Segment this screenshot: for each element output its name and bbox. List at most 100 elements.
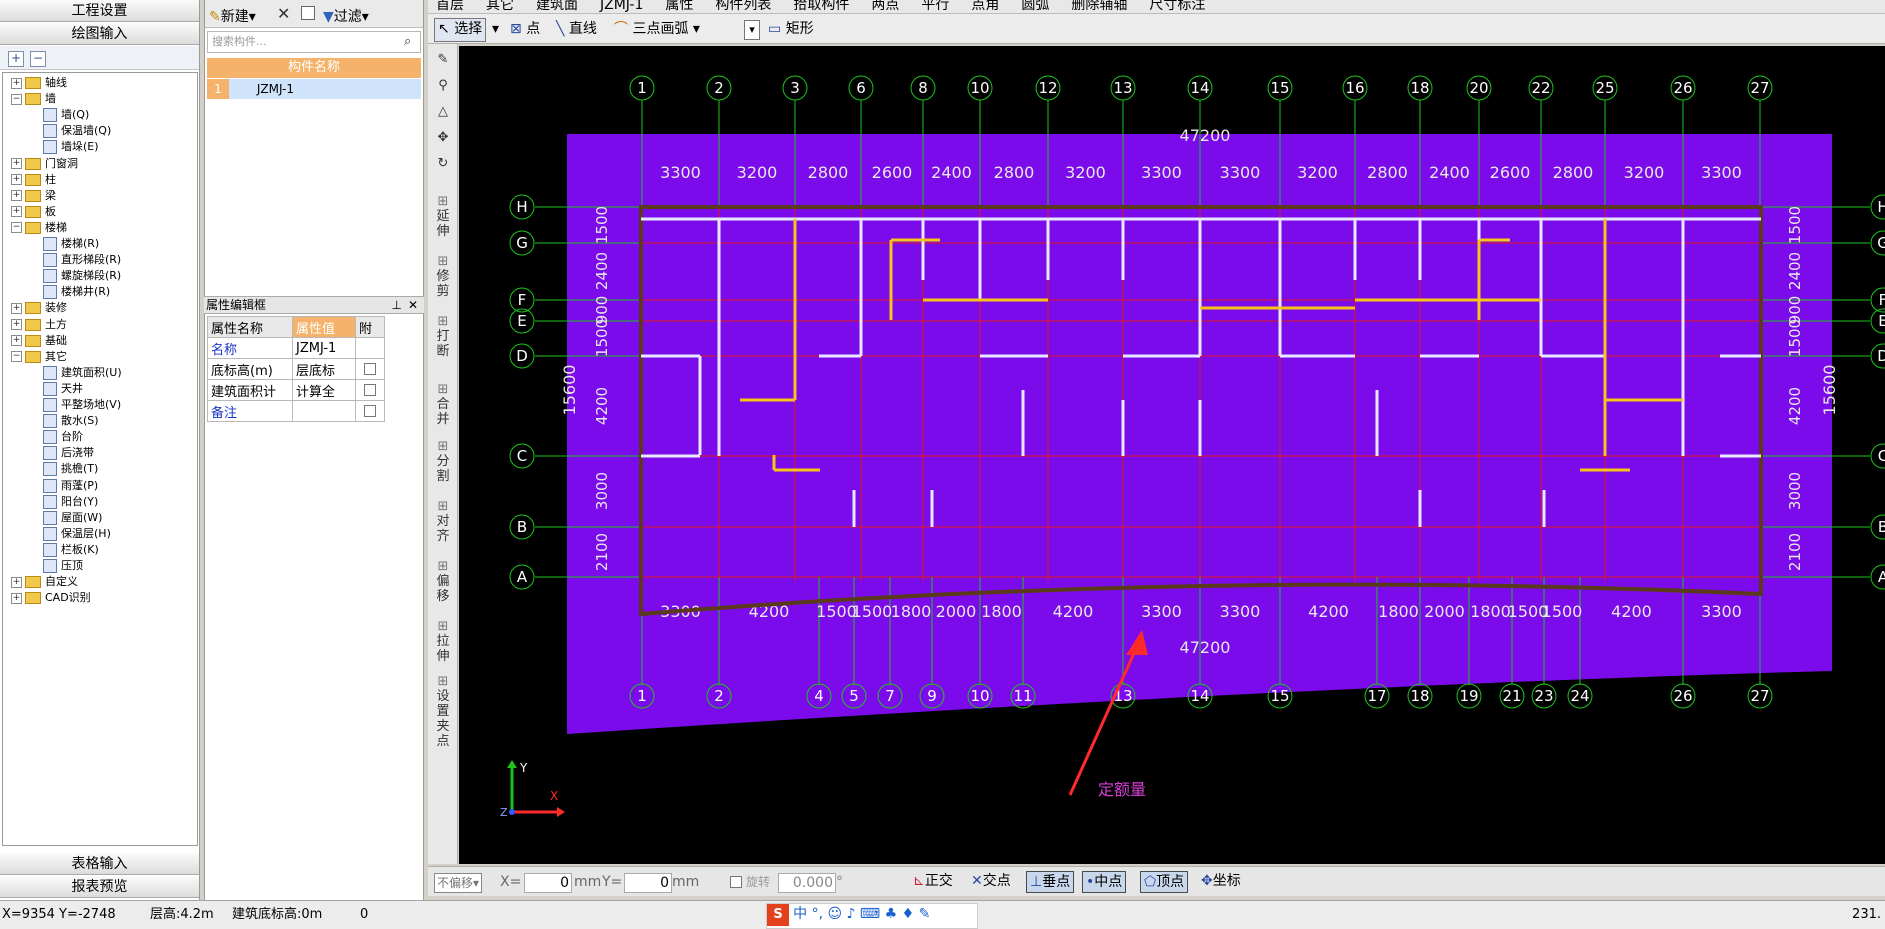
tree-item[interactable]: 压顶 — [43, 558, 83, 574]
tree-item[interactable]: 栏板(K) — [43, 542, 99, 558]
toolbar-item[interactable]: 属性 — [665, 0, 693, 13]
collapse-icon[interactable]: − — [11, 93, 22, 105]
tool-3[interactable]: ⊞ 合 并 — [431, 382, 455, 427]
tree-folder[interactable]: + 门窗洞 — [11, 156, 78, 172]
expand-icon[interactable]: + — [11, 174, 22, 186]
search-icon[interactable]: ⌕ — [404, 34, 411, 49]
tree-folder[interactable]: + 梁 — [11, 188, 56, 204]
toolbar-item[interactable]: 拾取构件 — [793, 0, 849, 13]
tree-folder[interactable]: + 轴线 — [11, 75, 67, 91]
tree-item[interactable]: 阳台(Y) — [43, 494, 98, 510]
tree-folder[interactable]: − 楼梯 — [11, 220, 67, 236]
delete-icon[interactable]: ✕ — [277, 4, 290, 23]
arc-dropdown[interactable]: ▾ — [744, 20, 760, 40]
point-button[interactable]: ⊠ 点 — [510, 20, 540, 38]
tree-item[interactable]: 楼梯(R) — [43, 236, 99, 252]
collapse-icon[interactable]: − — [11, 351, 22, 363]
rotate-input[interactable]: 0.000 — [778, 873, 836, 893]
x-input[interactable]: 0 — [524, 873, 572, 893]
expand-icon[interactable]: + — [11, 319, 22, 330]
coord-snap-toggle[interactable]: ✥坐标 — [1198, 871, 1244, 891]
tree-item[interactable]: 雨蓬(P) — [43, 478, 98, 494]
tree-item[interactable]: 保温层(H) — [43, 526, 111, 542]
ime-toolbar[interactable]: S 中 °, ☺ ♪ ⌨ ♣ ♦ ✎ — [766, 903, 978, 929]
tree-item[interactable]: 后浇带 — [43, 445, 94, 461]
attach-checkbox[interactable] — [364, 405, 376, 417]
tree-item[interactable]: 墙(Q) — [43, 107, 89, 123]
select-dropdown[interactable]: ▾ — [492, 20, 499, 38]
toolbar-item[interactable]: 建筑面 — [536, 0, 578, 13]
nav-table-input[interactable]: 表格输入 — [0, 853, 199, 875]
edit-tool-icon[interactable]: ✎ — [431, 52, 455, 67]
edit-tool-icon[interactable]: △ — [431, 104, 455, 119]
tree-folder[interactable]: + 柱 — [11, 172, 56, 188]
select-button[interactable]: ↖ 选择 — [434, 18, 487, 42]
toolbar-item[interactable]: 点角 — [971, 0, 999, 13]
toolbar-item[interactable]: 首层 — [436, 0, 464, 13]
expand-icon[interactable]: + — [11, 576, 22, 588]
tool-7[interactable]: ⊞ 拉 伸 — [431, 619, 455, 664]
tree-folder[interactable]: − 墙 — [11, 91, 56, 107]
rect-button[interactable]: ▭ 矩形 — [768, 20, 814, 38]
tree-item[interactable]: 螺旋梯段(R) — [43, 268, 121, 284]
perp-snap-toggle[interactable]: ⊥垂点 — [1026, 871, 1075, 893]
prop-value[interactable]: 计算全 — [292, 379, 356, 401]
toolbar-item[interactable]: 删除辅轴 — [1071, 0, 1127, 13]
expand-all-button[interactable]: + — [8, 51, 24, 67]
tree-folder[interactable]: + CAD识别 — [11, 590, 91, 606]
offset-mode-select[interactable]: 不偏移▾ — [434, 873, 483, 893]
expand-icon[interactable]: + — [11, 302, 22, 314]
tool-2[interactable]: ⊞ 打 断 — [431, 314, 455, 359]
rotate-checkbox[interactable] — [730, 873, 742, 891]
tree-item[interactable]: 楼梯井(R) — [43, 284, 110, 300]
nav-report-preview[interactable]: 报表预览 — [0, 876, 199, 898]
expand-icon[interactable]: + — [11, 190, 22, 202]
vertex-snap-toggle[interactable]: ⬠顶点 — [1140, 871, 1189, 893]
component-search-input[interactable]: 搜索构件... — [207, 31, 421, 53]
tree-folder[interactable]: − 其它 — [11, 349, 67, 365]
prop-value[interactable]: JZMJ-1 — [292, 337, 356, 359]
tree-item[interactable]: 平整场地(V) — [43, 397, 121, 413]
tree-folder[interactable]: + 装修 — [11, 300, 67, 316]
collapse-all-button[interactable]: − — [30, 51, 46, 67]
tool-1[interactable]: ⊞ 修 剪 — [431, 254, 455, 299]
tree-item[interactable]: 散水(S) — [43, 413, 99, 429]
attach-checkbox[interactable] — [364, 363, 376, 375]
intersect-snap-toggle[interactable]: ✕交点 — [968, 871, 1014, 891]
toolbar-item[interactable]: 平行 — [921, 0, 949, 13]
expand-icon[interactable]: + — [11, 592, 22, 604]
edit-tool-icon[interactable]: ⚲ — [431, 78, 455, 93]
toolbar-item[interactable]: 其它 — [486, 0, 514, 13]
tool-4[interactable]: ⊞ 分 割 — [431, 439, 455, 484]
tree-folder[interactable]: + 板 — [11, 204, 56, 220]
tree-folder[interactable]: + 土方 — [11, 317, 67, 333]
expand-icon[interactable]: + — [11, 335, 22, 347]
prop-attach[interactable] — [355, 400, 385, 422]
tool-6[interactable]: ⊞ 偏 移 — [431, 559, 455, 604]
pin-icon[interactable]: ⊥ — [392, 297, 402, 313]
tree-item[interactable]: 天井 — [43, 381, 83, 397]
prop-attach[interactable] — [355, 379, 385, 401]
attach-checkbox[interactable] — [364, 384, 376, 396]
tool-0[interactable]: ⊞ 延 伸 — [431, 194, 455, 239]
prop-value[interactable]: 层底标 — [292, 358, 356, 380]
floor-plan[interactable]: 1 2 3 6 8 10 12 13 14 15 16 18 20 22 25 26 271 2 4 5 7 9 10 11 1… — [459, 46, 1885, 864]
tool-5[interactable]: ⊞ 对 齐 — [431, 499, 455, 544]
toolbar-item[interactable]: 圆弧 — [1021, 0, 1049, 13]
edit-tool-icon[interactable]: ✥ — [431, 130, 455, 145]
filter-button[interactable]: ▼过滤▾ — [323, 6, 369, 26]
edit-tool-icon[interactable]: ↻ — [431, 156, 455, 171]
prop-value[interactable] — [292, 400, 356, 422]
tree-item[interactable]: 直形梯段(R) — [43, 252, 121, 268]
tree-item[interactable]: 台阶 — [43, 429, 83, 445]
arc-button[interactable]: ⌒ 三点画弧 ▾ — [614, 20, 700, 38]
new-button[interactable]: ✎新建▾ — [209, 6, 256, 26]
tree-item[interactable]: 屋面(W) — [43, 510, 102, 526]
nav-drawing-input[interactable]: 绘图输入 — [0, 23, 199, 45]
component-list-row[interactable]: 1 JZMJ-1 — [207, 79, 421, 99]
mid-snap-toggle[interactable]: •中点 — [1082, 871, 1127, 893]
tree-folder[interactable]: + 基础 — [11, 333, 67, 349]
tree-item[interactable]: 建筑面积(U) — [43, 365, 122, 381]
tool-8[interactable]: ⊞ 设 置 夹 点 — [431, 674, 455, 749]
tree-item[interactable]: 挑檐(T) — [43, 461, 98, 477]
